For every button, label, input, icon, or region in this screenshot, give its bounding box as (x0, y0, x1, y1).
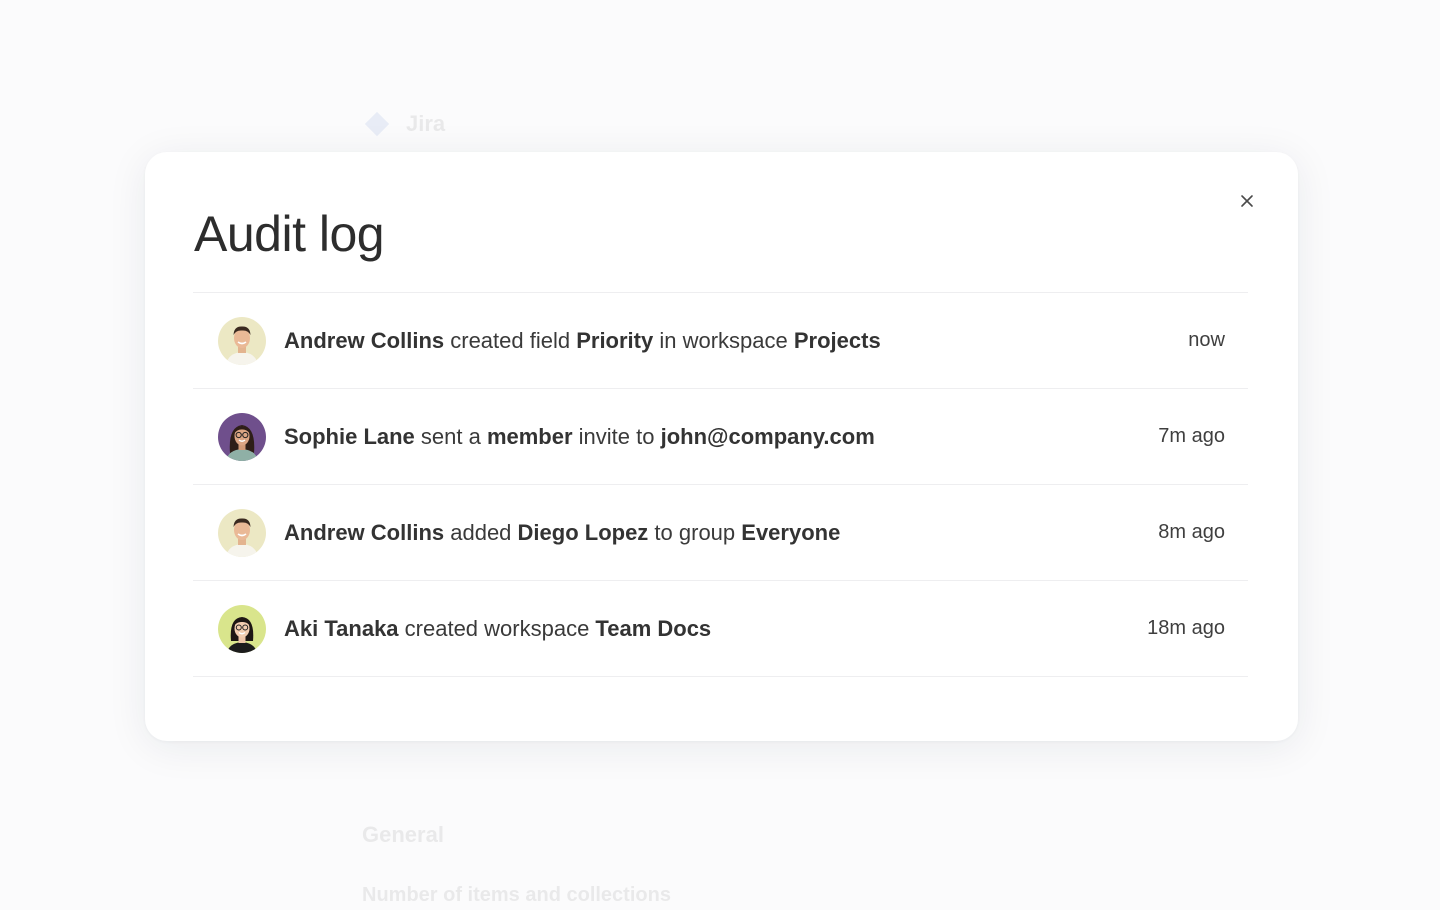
entry-actor: Sophie Lane (284, 423, 415, 449)
entry-text: Sophie Lane sent a member invite to john… (284, 424, 1158, 450)
background-app-row: Jira (362, 104, 1082, 144)
background-stat-label: Number of items and collections (362, 883, 671, 906)
entry-object: Everyone (741, 519, 841, 545)
entry-time: 7m ago (1158, 425, 1225, 447)
entry-actor: Andrew Collins (284, 327, 445, 353)
entry-time: 8m ago (1158, 521, 1225, 543)
background-stat-row: Number of items and collections (362, 880, 1082, 910)
sophie-lane-avatar (218, 412, 266, 461)
entry-text: Andrew Collins created field Priority in… (284, 328, 1188, 354)
entry-text: Aki Tanaka created workspace Team Docs (284, 616, 1147, 642)
andrew-collins-avatar (218, 316, 266, 365)
entry-object: john@company.com (660, 423, 875, 449)
entry-time: now (1188, 329, 1225, 351)
aki-tanaka-avatar (218, 604, 266, 653)
audit-log-entry[interactable]: Andrew Collins created field Priority in… (193, 293, 1248, 389)
entry-time: 18m ago (1147, 617, 1225, 639)
background-section-title: General (362, 822, 444, 847)
close-button[interactable] (1234, 188, 1260, 214)
audit-log-entry[interactable]: Andrew Collins added Diego Lopez to grou… (193, 485, 1248, 581)
entry-object: member (486, 423, 573, 449)
jira-icon (362, 109, 392, 139)
entry-actor: Andrew Collins (284, 519, 445, 545)
entry-object: Projects (793, 327, 881, 353)
entry-actor: Aki Tanaka (284, 615, 399, 641)
audit-log-list: Andrew Collins created field Priority in… (193, 292, 1248, 677)
andrew-collins-avatar (218, 508, 266, 557)
modal-title: Audit log (194, 206, 385, 262)
entry-object: Priority (576, 327, 654, 353)
entry-verb: added (444, 519, 518, 545)
audit-log-entry[interactable]: Aki Tanaka created workspace Team Docs 1… (193, 581, 1248, 677)
entry-object: Diego Lopez (517, 519, 649, 545)
entry-verb: sent a (414, 423, 487, 449)
entry-verb: created field (444, 327, 577, 353)
audit-log-entry[interactable]: Sophie Lane sent a member invite to john… (193, 389, 1248, 485)
entry-verb: created workspace (398, 615, 596, 641)
entry-object: Team Docs (595, 615, 712, 641)
entry-text: Andrew Collins added Diego Lopez to grou… (284, 520, 1158, 546)
background-app-name: Jira (406, 111, 446, 136)
entry-verb: invite to (572, 423, 661, 449)
audit-log-modal: Audit log Andrew Collins created field P… (145, 152, 1298, 741)
entry-verb: in workspace (653, 327, 794, 353)
close-icon (1241, 195, 1253, 207)
entry-verb: to group (648, 519, 742, 545)
